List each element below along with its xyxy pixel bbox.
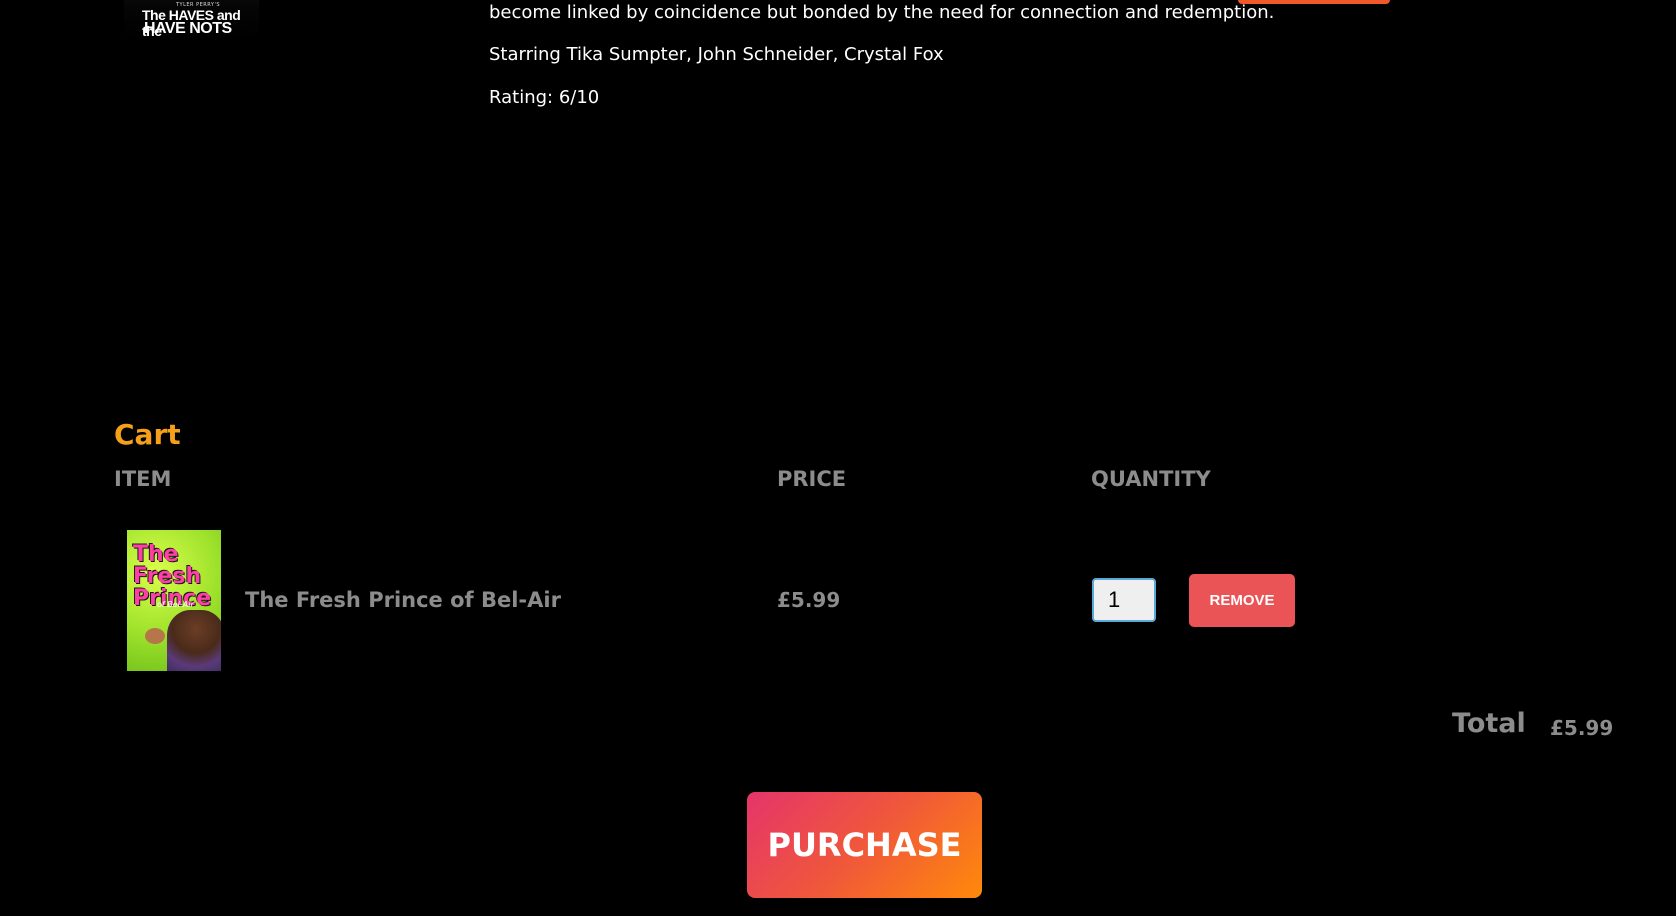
column-header-quantity: QUANTITY	[1091, 467, 1211, 491]
show-description: become linked by coincidence but bonded …	[489, 2, 1275, 23]
purchase-button[interactable]: PURCHASE	[747, 792, 982, 898]
thumbnail-person	[167, 610, 221, 671]
page: TYLER PERRY'S The HAVES and the HAVE NOT…	[0, 0, 1676, 916]
show-rating: Rating: 6/10	[489, 87, 600, 108]
thumbnail-hand	[145, 628, 165, 644]
quantity-input[interactable]	[1092, 578, 1156, 622]
item-name: The Fresh Prince of Bel-Air	[245, 588, 561, 612]
cart-title: Cart	[114, 418, 181, 451]
remove-button[interactable]: REMOVE	[1189, 574, 1295, 627]
total-label: Total	[1452, 708, 1526, 739]
thumbnail-subtitle: of Bel-Air	[157, 600, 194, 609]
column-header-item: ITEM	[114, 467, 172, 491]
add-to-cart-button[interactable]	[1238, 0, 1390, 4]
show-poster-image[interactable]: TYLER PERRY'S The HAVES and the HAVE NOT…	[124, 0, 259, 40]
column-header-price: PRICE	[777, 467, 847, 491]
item-price: £5.99	[777, 588, 841, 612]
poster-title-line2: HAVE NOTS	[144, 20, 232, 37]
item-thumbnail: The Fresh Prince of Bel-Air	[127, 530, 221, 671]
show-starring: Starring Tika Sumpter, John Schneider, C…	[489, 44, 944, 65]
total-value: £5.99	[1550, 716, 1614, 740]
